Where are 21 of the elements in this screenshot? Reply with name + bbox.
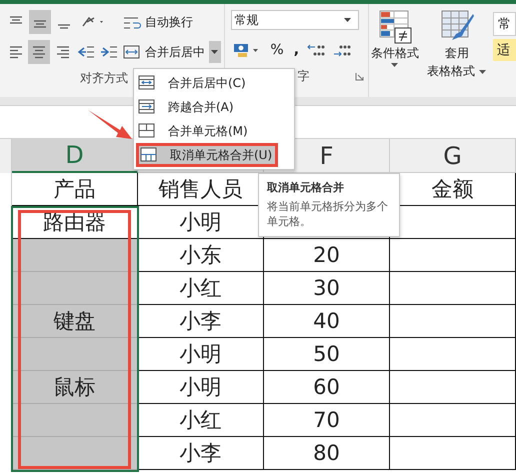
table-cell: 30	[264, 272, 390, 305]
table-cell: 小红	[138, 404, 264, 437]
table-cell: 50	[264, 338, 390, 371]
tooltip-title: 取消单元格合并	[267, 180, 345, 195]
table-cell: 小东	[138, 239, 264, 272]
table-cell: 键盘	[12, 305, 138, 338]
table-cell: 小明	[138, 338, 264, 371]
table-cell: 小李	[138, 437, 264, 470]
tooltip-text: 将当前单元格拆分为多个单元格。	[267, 200, 389, 230]
group-label: 字	[297, 68, 310, 85]
table-cell: 20	[264, 239, 390, 272]
table-cell: 产品	[12, 173, 138, 206]
table-cell: 40	[264, 305, 390, 338]
table-cell: 鼠标	[12, 371, 138, 404]
table-cell: 80	[264, 437, 390, 470]
table-cell: 60	[264, 371, 390, 404]
table-cell: 小红	[138, 272, 264, 305]
table-cell: 70	[264, 404, 390, 437]
group-label: 对齐方式	[80, 70, 128, 87]
table-cell: 小明	[138, 371, 264, 404]
table-cell: 小李	[138, 305, 264, 338]
